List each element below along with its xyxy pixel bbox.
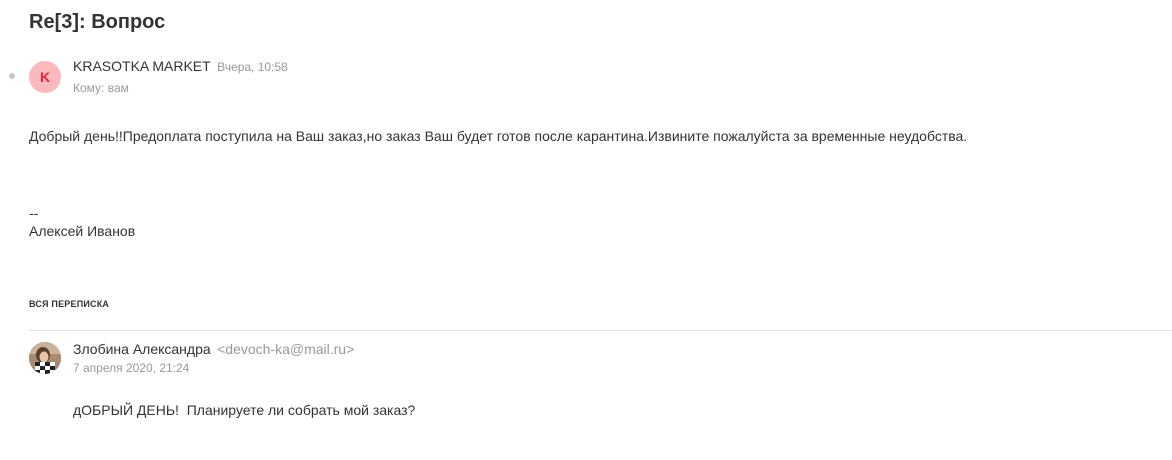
message-body: Добрый день!!Предоплата поступила на Ваш… (29, 128, 968, 144)
reply-sender-avatar[interactable] (29, 342, 61, 374)
sender-line: KRASOTKA MARKET Вчера, 10:58 (73, 57, 288, 76)
sender-name[interactable]: KRASOTKA MARKET (73, 58, 211, 74)
message-subject: Re[3]: Вопрос (29, 11, 166, 33)
message-date: Вчера, 10:58 (217, 60, 288, 74)
recipient-line[interactable]: Кому: вам (73, 80, 129, 96)
user-photo-icon (29, 342, 61, 374)
reply-body: дОБРЫЙ ДЕНЬ! Планируете ли собрать мой з… (73, 402, 416, 418)
thread-divider (29, 330, 1172, 331)
thread-heading: ВСЯ ПЕРЕПИСКА (29, 299, 110, 309)
signature-separator: -- (29, 205, 39, 221)
unread-dot-icon[interactable] (9, 73, 15, 79)
reply-sender-name[interactable]: Злобина Александра (73, 341, 211, 357)
reply-sender-line: Злобина Александра <devoch-ka@mail.ru> (73, 340, 354, 359)
signature-name: Алексей Иванов (29, 223, 136, 239)
sender-avatar[interactable]: K (29, 61, 61, 93)
reply-date: 7 апреля 2020, 21:24 (73, 361, 190, 375)
reply-sender-email[interactable]: <devoch-ka@mail.ru> (217, 341, 354, 357)
